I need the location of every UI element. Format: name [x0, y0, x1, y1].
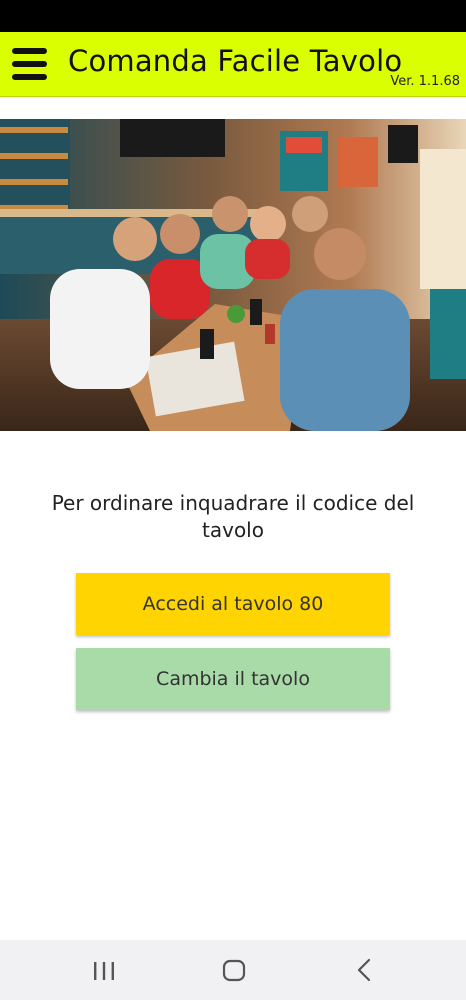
recent-apps-icon[interactable] [74, 950, 134, 990]
hamburger-menu-icon[interactable] [12, 46, 48, 82]
app-title: Comanda Facile Tavolo [68, 44, 403, 78]
app-bar: Comanda Facile Tavolo Ver. 1.1.68 [0, 32, 466, 97]
system-nav-bar [0, 940, 466, 1000]
instruction-text: Per ordinare inquadrare il codice del ta… [51, 491, 415, 542]
access-table-button[interactable]: Accedi al tavolo 80 [76, 573, 390, 635]
home-icon[interactable] [204, 950, 264, 990]
hero-image [0, 119, 466, 431]
app-version: Ver. 1.1.68 [390, 74, 460, 89]
back-icon[interactable] [334, 950, 394, 990]
status-bar [0, 0, 466, 32]
change-table-button[interactable]: Cambia il tavolo [76, 648, 390, 710]
